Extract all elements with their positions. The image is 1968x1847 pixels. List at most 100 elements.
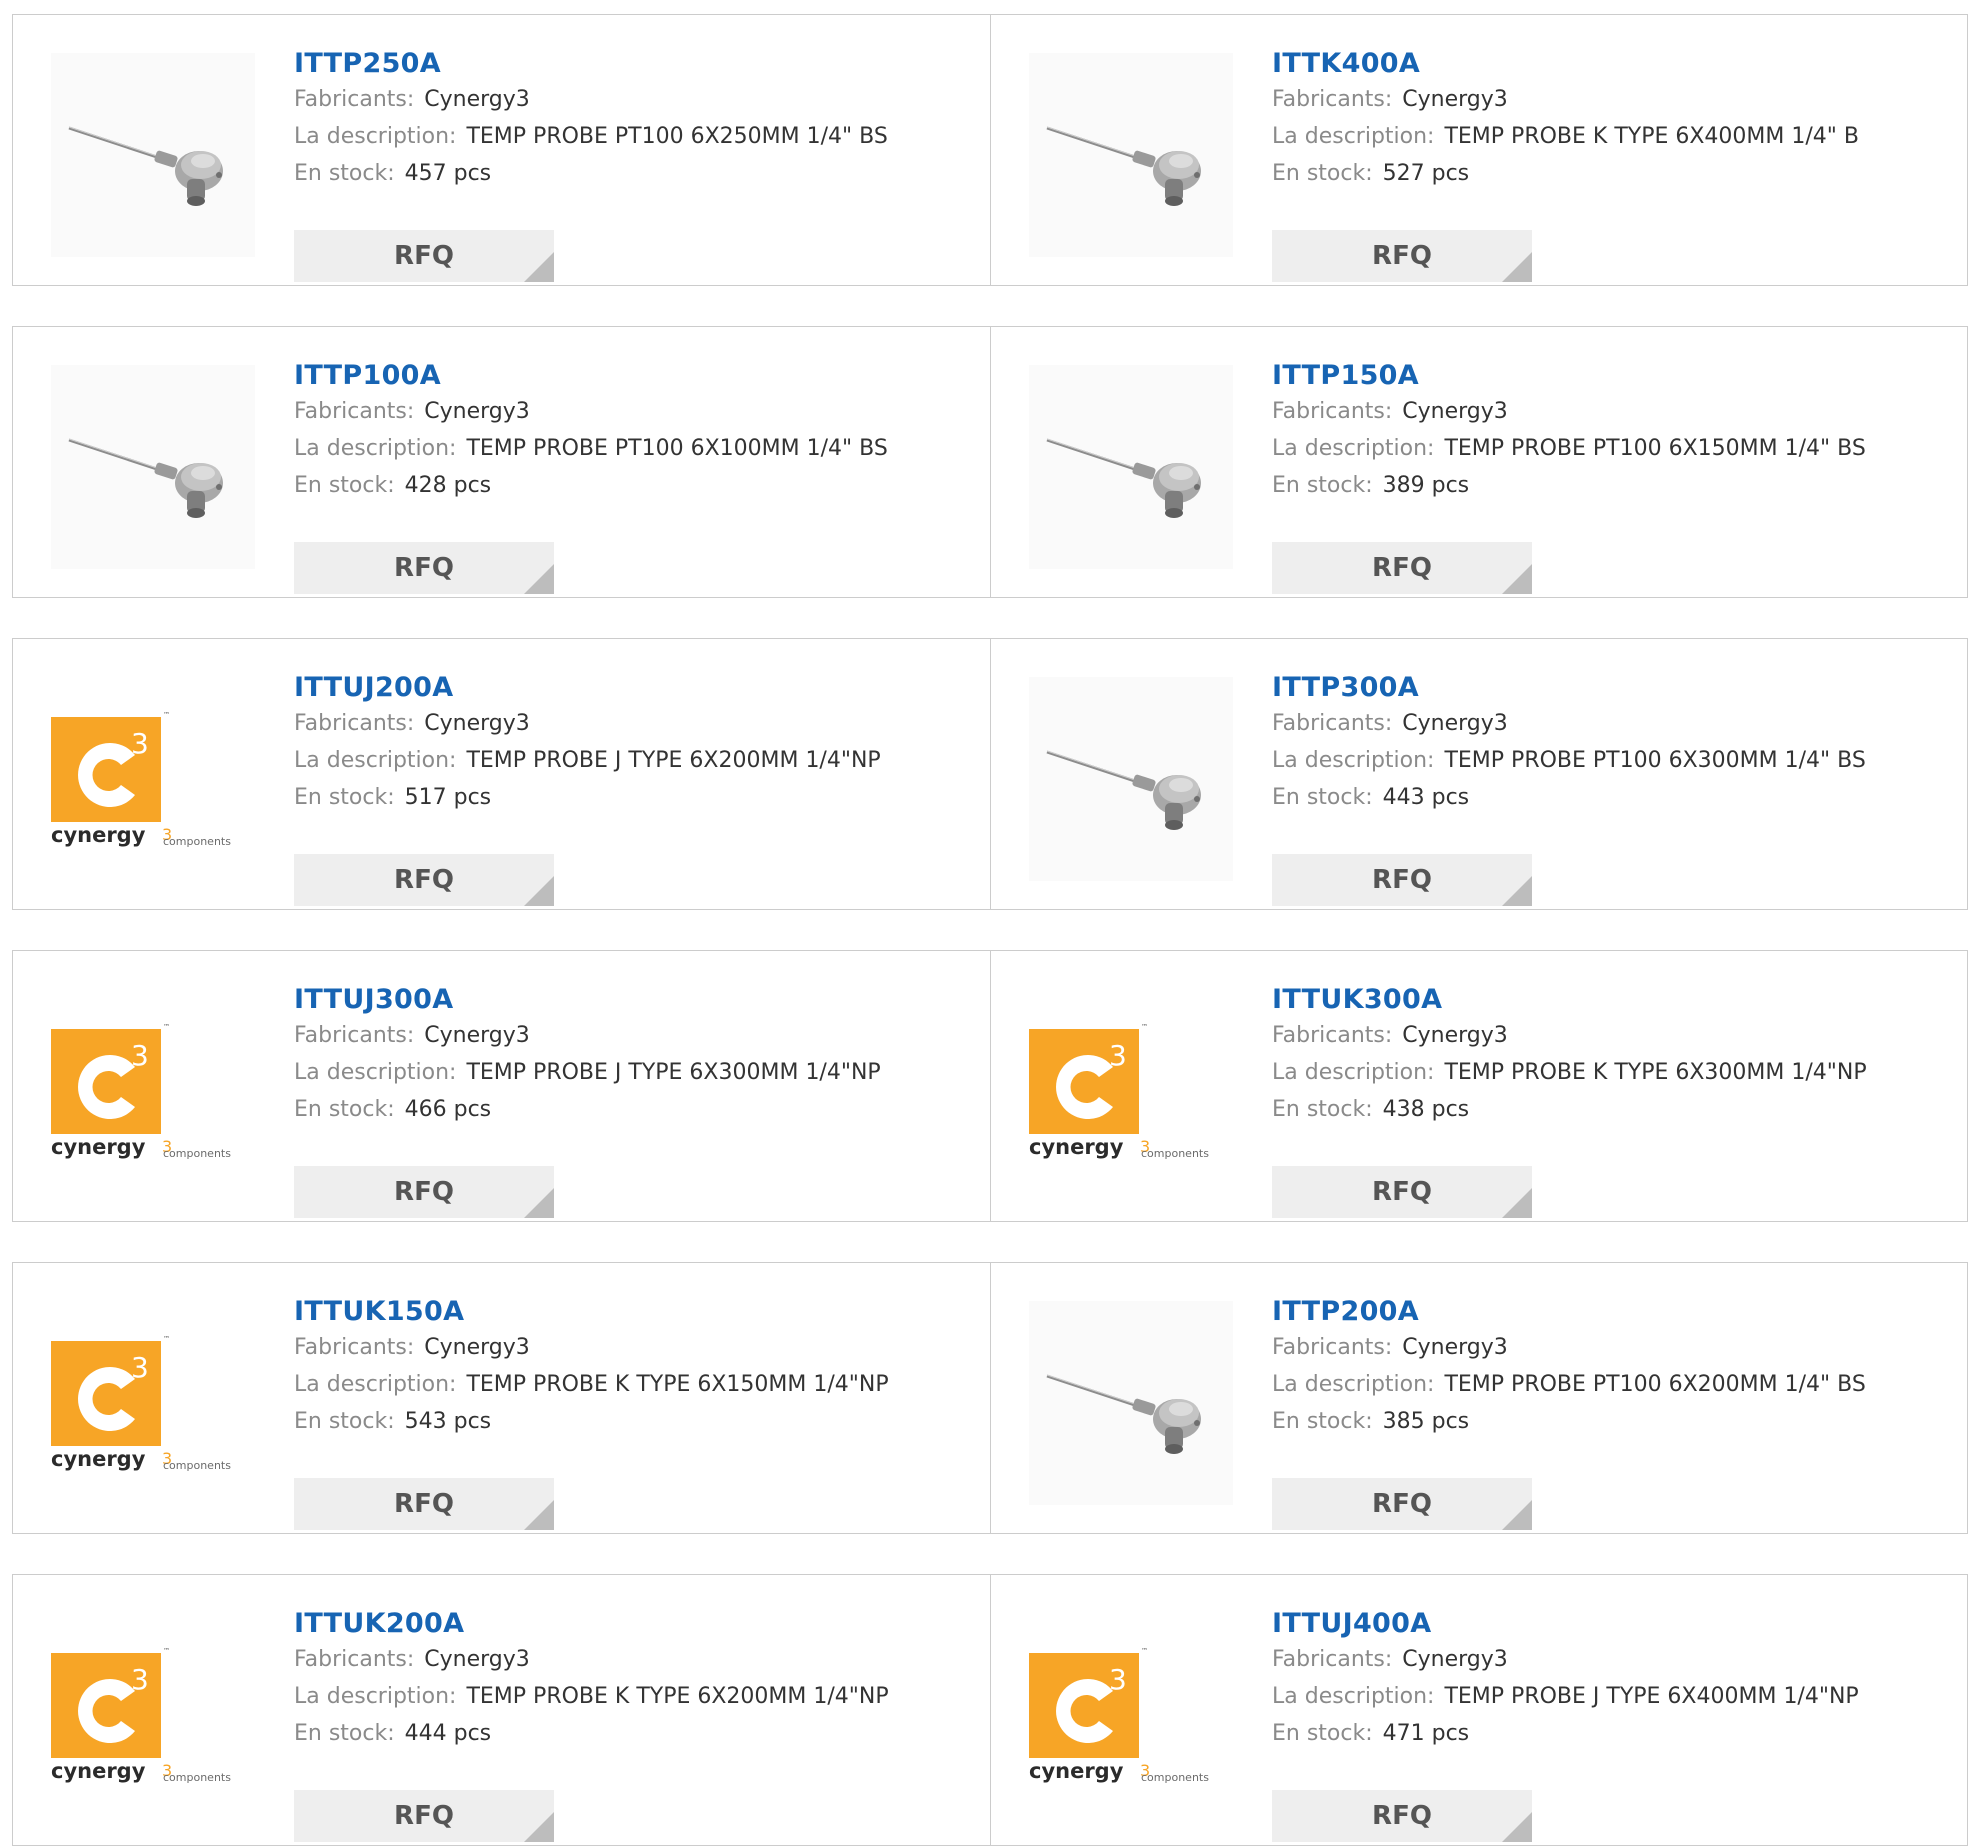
- stock-line: En stock: 471 pcs: [1272, 1715, 1859, 1752]
- part-number-link[interactable]: ITTP200A: [1272, 1295, 1866, 1329]
- stock-line: En stock: 543 pcs: [294, 1403, 889, 1440]
- cynergy3-logo-image[interactable]: 3 ™ cynergy 3 components: [51, 1613, 255, 1817]
- stock-value: 457 pcs: [404, 161, 492, 186]
- temperature-probe-image[interactable]: [1029, 365, 1233, 569]
- manufacturer-label: Fabricants:: [294, 1023, 415, 1048]
- rfq-button[interactable]: RFQ: [1272, 1478, 1532, 1530]
- stock-label: En stock:: [294, 473, 395, 498]
- manufacturer-label: Fabricants:: [294, 1647, 415, 1672]
- svg-text:components: components: [163, 1459, 231, 1472]
- rfq-button[interactable]: RFQ: [294, 1478, 554, 1530]
- rfq-button[interactable]: RFQ: [1272, 1790, 1532, 1842]
- rfq-button[interactable]: RFQ: [1272, 854, 1532, 906]
- description-value: TEMP PROBE PT100 6X150MM 1/4" BS: [1444, 436, 1866, 461]
- stock-value: 385 pcs: [1382, 1409, 1470, 1434]
- stock-line: En stock: 443 pcs: [1272, 779, 1866, 816]
- temperature-probe-image[interactable]: [1029, 1301, 1233, 1505]
- rfq-button[interactable]: RFQ: [1272, 230, 1532, 282]
- rfq-button[interactable]: RFQ: [294, 854, 554, 906]
- cynergy3-logo-image[interactable]: 3 ™ cynergy 3 components: [1029, 989, 1233, 1193]
- part-number-link[interactable]: ITTUK200A: [294, 1607, 889, 1641]
- part-number-link[interactable]: ITTP250A: [294, 47, 888, 81]
- svg-text:components: components: [1141, 1771, 1209, 1784]
- rfq-button[interactable]: RFQ: [1272, 1166, 1532, 1218]
- product-info: ITTK400A Fabricants: Cynergy3 La descriptio…: [1272, 47, 1859, 282]
- rfq-button[interactable]: RFQ: [1272, 542, 1532, 594]
- product-card: ITTP200A Fabricants: Cynergy3 La descriptio…: [991, 1263, 1968, 1535]
- rfq-button[interactable]: RFQ: [294, 1790, 554, 1842]
- cynergy3-logo-image[interactable]: 3 ™ cynergy 3 components: [51, 1301, 255, 1505]
- cynergy3-logo-image[interactable]: 3 ™ cynergy 3 components: [51, 989, 255, 1193]
- svg-text:3: 3: [1109, 1039, 1127, 1072]
- svg-text:3: 3: [131, 727, 149, 760]
- product-row: 3 ™ cynergy 3 components ITTUJ200A Fabric…: [12, 638, 1968, 910]
- rfq-button-label: RFQ: [394, 553, 454, 583]
- corner-triangle-icon: [524, 252, 554, 282]
- description-value: TEMP PROBE PT100 6X250MM 1/4" BS: [466, 124, 888, 149]
- manufacturer-value: Cynergy3: [1402, 1335, 1508, 1360]
- corner-triangle-icon: [1502, 564, 1532, 594]
- part-number-link[interactable]: ITTUK150A: [294, 1295, 889, 1329]
- description-line: La description: TEMP PROBE J TYPE 6X200MM…: [294, 742, 881, 779]
- stock-label: En stock:: [294, 161, 395, 186]
- part-number-link[interactable]: ITTK400A: [1272, 47, 1859, 81]
- svg-text:cynergy: cynergy: [51, 1447, 146, 1471]
- description-line: La description: TEMP PROBE J TYPE 6X300MM…: [294, 1054, 881, 1091]
- part-number-link[interactable]: ITTP300A: [1272, 671, 1866, 705]
- manufacturer-line: Fabricants: Cynergy3: [294, 1641, 889, 1678]
- part-number-link[interactable]: ITTUK300A: [1272, 983, 1867, 1017]
- product-card: 3 ™ cynergy 3 components ITTUK150A Fabric…: [13, 1263, 990, 1535]
- temperature-probe-image[interactable]: [1029, 53, 1233, 257]
- part-number-link[interactable]: ITTUJ400A: [1272, 1607, 1859, 1641]
- product-info: ITTUK300A Fabricants: Cynergy3 La descripti…: [1272, 983, 1867, 1218]
- rfq-button[interactable]: RFQ: [294, 1166, 554, 1218]
- description-label: La description:: [294, 436, 457, 461]
- corner-triangle-icon: [524, 1188, 554, 1218]
- svg-text:cynergy: cynergy: [51, 1759, 146, 1783]
- description-label: La description:: [1272, 748, 1435, 773]
- corner-triangle-icon: [1502, 1812, 1532, 1842]
- cynergy3-logo-image[interactable]: 3 ™ cynergy 3 components: [1029, 1613, 1233, 1817]
- description-line: La description: TEMP PROBE PT100 6X200MM …: [1272, 1366, 1866, 1403]
- description-value: TEMP PROBE K TYPE 6X300MM 1/4"NP: [1444, 1060, 1867, 1085]
- rfq-button[interactable]: RFQ: [294, 542, 554, 594]
- svg-text:components: components: [1141, 1147, 1209, 1160]
- manufacturer-value: Cynergy3: [1402, 711, 1508, 736]
- temperature-probe-image[interactable]: [51, 53, 255, 257]
- stock-value: 527 pcs: [1382, 161, 1470, 186]
- stock-value: 543 pcs: [404, 1409, 492, 1434]
- manufacturer-value: Cynergy3: [1402, 1647, 1508, 1672]
- temperature-probe-image[interactable]: [1029, 677, 1233, 881]
- part-number-link[interactable]: ITTP150A: [1272, 359, 1866, 393]
- description-value: TEMP PROBE K TYPE 6X150MM 1/4"NP: [466, 1372, 889, 1397]
- stock-label: En stock:: [1272, 1409, 1373, 1434]
- product-row: 3 ™ cynergy 3 components ITTUK200A Fabric…: [12, 1574, 1968, 1846]
- stock-value: 466 pcs: [404, 1097, 492, 1122]
- rfq-button[interactable]: RFQ: [294, 230, 554, 282]
- product-info: ITTUK150A Fabricants: Cynergy3 La descripti…: [294, 1295, 889, 1530]
- manufacturer-line: Fabricants: Cynergy3: [294, 81, 888, 118]
- part-number-link[interactable]: ITTUJ300A: [294, 983, 881, 1017]
- manufacturer-value: Cynergy3: [424, 711, 530, 736]
- description-line: La description: TEMP PROBE PT100 6X300MM …: [1272, 742, 1866, 779]
- part-number-link[interactable]: ITTP100A: [294, 359, 888, 393]
- description-line: La description: TEMP PROBE PT100 6X100MM …: [294, 430, 888, 467]
- temperature-probe-image[interactable]: [51, 365, 255, 569]
- svg-text:™: ™: [163, 1647, 170, 1655]
- stock-value: 517 pcs: [404, 785, 492, 810]
- manufacturer-label: Fabricants:: [294, 711, 415, 736]
- description-value: TEMP PROBE PT100 6X300MM 1/4" BS: [1444, 748, 1866, 773]
- stock-label: En stock:: [1272, 473, 1373, 498]
- manufacturer-value: Cynergy3: [424, 1335, 530, 1360]
- description-value: TEMP PROBE K TYPE 6X400MM 1/4" B: [1444, 124, 1859, 149]
- rfq-button-label: RFQ: [1372, 1801, 1432, 1831]
- corner-triangle-icon: [524, 1500, 554, 1530]
- corner-triangle-icon: [1502, 1500, 1532, 1530]
- svg-text:components: components: [163, 1147, 231, 1160]
- stock-line: En stock: 527 pcs: [1272, 155, 1859, 192]
- description-line: La description: TEMP PROBE K TYPE 6X400MM…: [1272, 118, 1859, 155]
- part-number-link[interactable]: ITTUJ200A: [294, 671, 881, 705]
- corner-triangle-icon: [524, 1812, 554, 1842]
- cynergy3-logo-image[interactable]: 3 ™ cynergy 3 components: [51, 677, 255, 881]
- stock-line: En stock: 444 pcs: [294, 1715, 889, 1752]
